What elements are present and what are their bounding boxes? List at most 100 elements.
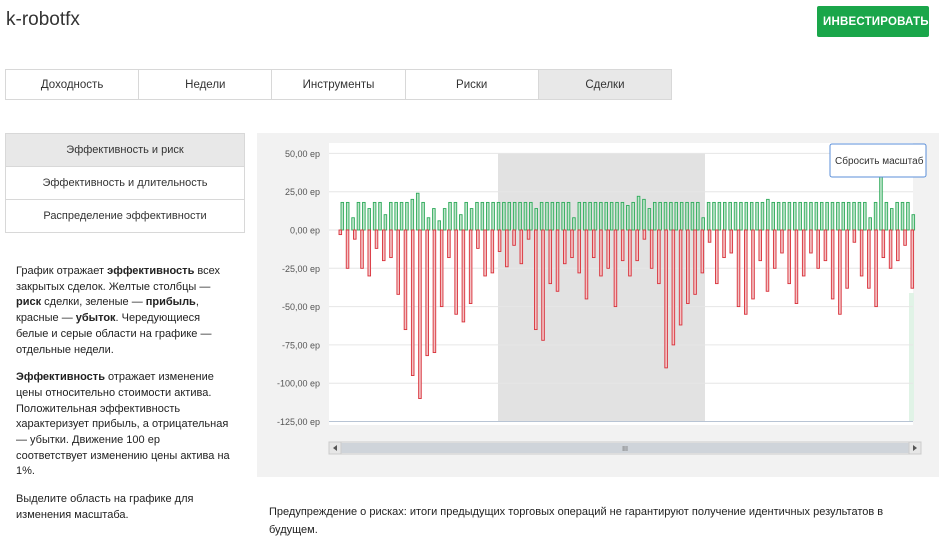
side-item-efficiency-distribution[interactable]: Распределение эффективности [6, 200, 244, 232]
loss-bar [693, 229, 697, 295]
loss-bar [591, 229, 596, 259]
loss-bar [468, 229, 473, 304]
reset-zoom-label[interactable]: Сбросить масштаб [835, 155, 924, 167]
profit-bar [394, 201, 398, 231]
loss-bar [671, 229, 676, 346]
profit-bar [372, 201, 377, 231]
profit-bar [615, 201, 619, 231]
profit-bar [550, 201, 555, 231]
loss-bar [780, 229, 784, 254]
loss-bar [635, 229, 639, 262]
tab-risks[interactable]: Риски [405, 70, 539, 99]
profit-bar [512, 201, 517, 231]
loss-bar [425, 229, 429, 357]
side-item-efficiency-duration[interactable]: Эффективность и длительность [6, 167, 244, 200]
loss-bar [772, 229, 777, 269]
chart-panel: 50,00 ер 25,00 ер 0,00 ер -25,00 ер -50,00 е… [257, 133, 939, 477]
profit-bar [749, 201, 754, 231]
loss-bar [628, 229, 632, 277]
loss-bar [410, 229, 415, 376]
loss-bar [548, 229, 553, 285]
profit-bar [566, 201, 571, 231]
loss-bar [360, 229, 364, 269]
brand-logo[interactable]: k-robotfx [6, 9, 80, 31]
tab-instruments[interactable]: Инструменты [272, 70, 406, 99]
invest-button[interactable]: ИНВЕСТИРОВАТЬ [817, 6, 929, 37]
profit-bar [857, 201, 862, 231]
loss-bar [823, 229, 828, 262]
profit-bar [717, 201, 722, 231]
profit-bar [819, 201, 824, 231]
y-tick-label: 50,00 ер [285, 149, 320, 159]
profit-bar [652, 201, 657, 231]
profit-bar [459, 214, 463, 231]
profit-bar [426, 217, 431, 231]
profit-bar [696, 201, 700, 231]
profit-bar [572, 217, 576, 231]
tab-trades[interactable]: Сделки [538, 70, 672, 99]
profit-bar [340, 201, 345, 231]
reset-zoom-button[interactable]: Сбросить масштаб [829, 143, 927, 178]
loss-bar [910, 229, 915, 289]
desc-p1-run: прибыль [145, 296, 196, 309]
loss-bar [664, 229, 668, 369]
profit-bar [674, 201, 679, 231]
profit-bar [367, 208, 371, 231]
profit-bar [728, 201, 732, 231]
profit-bar [588, 201, 592, 231]
y-tick-label: -50,00 ер [282, 302, 320, 312]
loss-bar [729, 229, 734, 254]
y-tick-label: -25,00 ер [282, 264, 320, 274]
profit-bar [469, 208, 474, 231]
loss-bar [686, 229, 690, 304]
loss-bar [483, 229, 487, 277]
loss-bar [867, 229, 871, 289]
profit-bar [766, 198, 770, 231]
profit-bar [690, 201, 695, 231]
profit-bar [545, 201, 549, 231]
profit-bar [351, 217, 355, 231]
profit-bar [593, 201, 598, 231]
loss-bar [389, 229, 393, 259]
risk-warning-text: Предупреждение о рисках: итоги предыдущи… [269, 506, 884, 536]
loss-bar [794, 229, 799, 304]
loss-bar [454, 229, 458, 315]
profit-bar [642, 198, 646, 231]
profit-bar [620, 201, 625, 231]
profit-bar [345, 201, 350, 231]
profit-bar [803, 201, 808, 231]
loss-bar [809, 229, 813, 254]
profit-bar [900, 201, 905, 231]
side-item-efficiency-risk[interactable]: Эффективность и риск [6, 134, 244, 167]
loss-bar [830, 229, 835, 300]
loss-bar [722, 229, 726, 259]
profit-bar [561, 201, 565, 231]
chart-description: График отражает эффективность всех закры… [16, 264, 230, 536]
y-tick-label: 25,00 ер [285, 187, 320, 197]
tab-weeks[interactable]: Недели [139, 70, 273, 99]
loss-bar [838, 229, 842, 315]
profit-bar [636, 195, 641, 231]
profit-bar [798, 201, 802, 231]
profit-bar [415, 192, 420, 231]
profit-bar [663, 201, 668, 231]
tab-profitability[interactable]: Доходность [6, 70, 140, 99]
profit-bar [658, 201, 662, 231]
profit-bar [383, 214, 388, 231]
profit-bar [755, 201, 759, 231]
loss-bar [700, 229, 705, 274]
profit-bar [480, 201, 485, 231]
risk-warning: Предупреждение о рисках: итоги предыдущи… [269, 503, 934, 539]
loss-bar [751, 229, 755, 300]
loss-bar [765, 229, 770, 292]
desc-p1-run: эффективность [107, 265, 195, 277]
profit-bar [453, 201, 458, 231]
efficiency-chart[interactable]: 50,00 ер 25,00 ер 0,00 ер -25,00 ер -50,00 е… [257, 133, 939, 477]
loss-bar [447, 229, 451, 259]
loss-bar [852, 229, 857, 243]
profit-bar [631, 201, 635, 231]
profit-bar [841, 201, 846, 231]
desc-p2-run: отражает изменение цены относительно сто… [16, 371, 230, 478]
loss-bar [367, 229, 372, 277]
profit-bar [771, 201, 775, 231]
